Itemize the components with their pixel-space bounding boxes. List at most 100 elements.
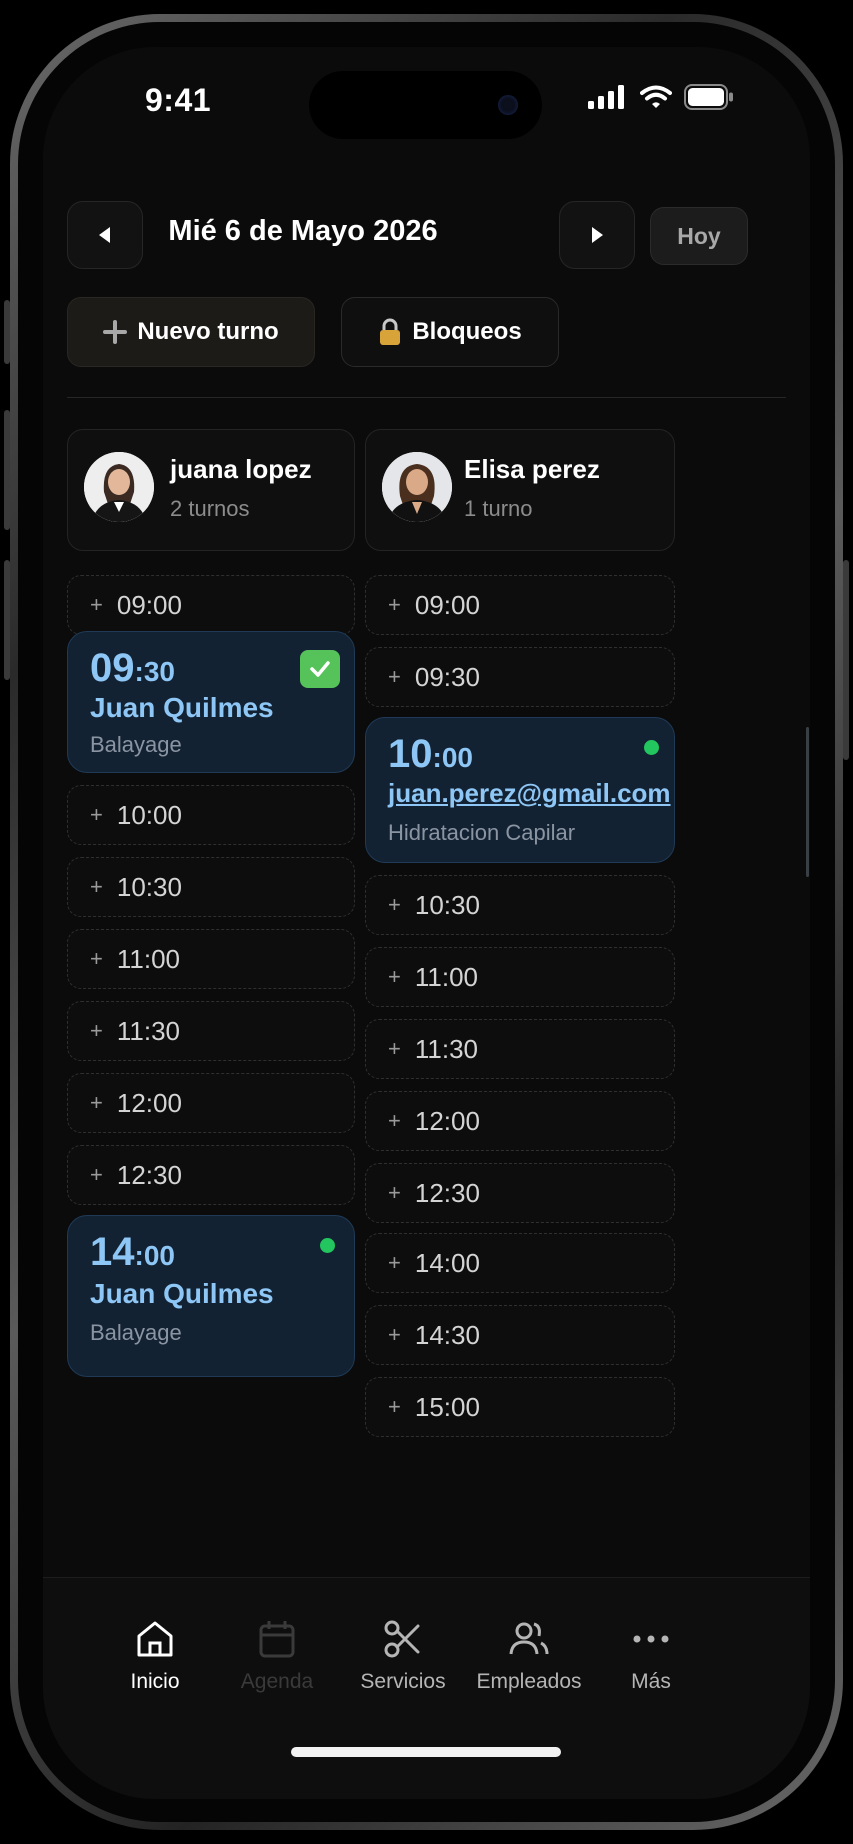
appointment-time: 10:00	[388, 732, 473, 776]
employee-header[interactable]: Elisa perez 1 turno	[365, 429, 675, 551]
blocks-label: Bloqueos	[412, 318, 522, 345]
employee-name: juana lopez	[170, 454, 312, 484]
time-slot-0900[interactable]: +09:00	[365, 575, 675, 635]
tab-label: Inicio	[130, 1670, 180, 1693]
employee-header[interactable]: juana lopez 2 turnos	[67, 429, 355, 551]
home-icon	[137, 1621, 173, 1657]
appointment-card[interactable]: 10:00 juan.perez@gmail.com Hidratacion C…	[365, 717, 675, 863]
users-icon	[509, 1622, 549, 1655]
new-turn-label: Nuevo turno	[137, 318, 279, 345]
appointment-client: Juan Quilmes	[90, 692, 274, 723]
plus-icon: +	[90, 1162, 103, 1187]
previous-day-button[interactable]	[67, 201, 143, 269]
slot-time: 14:00	[414, 1247, 480, 1278]
tab-empleados[interactable]: Empleados	[459, 1616, 599, 1694]
time-slot-1200[interactable]: +12:00	[67, 1073, 355, 1133]
slot-time: 11:30	[116, 1015, 180, 1046]
scrollbar[interactable]	[806, 727, 809, 877]
lock-icon	[380, 318, 401, 345]
tab-label: Más	[631, 1670, 671, 1693]
time-slot-0900[interactable]: +09:00	[67, 575, 355, 635]
plus-icon: +	[388, 892, 401, 917]
chevron-right-icon	[592, 227, 603, 243]
slot-time: 15:00	[414, 1391, 480, 1422]
tab-servicios[interactable]: Servicios	[333, 1616, 473, 1694]
time-slot-1130[interactable]: +11:30	[365, 1019, 675, 1079]
calendar-icon	[259, 1621, 295, 1658]
divider	[67, 397, 786, 398]
status-dot	[644, 740, 659, 755]
time-slot-1430[interactable]: +14:30	[365, 1305, 675, 1365]
time-slot-1230[interactable]: +12:30	[67, 1145, 355, 1205]
slot-time: 11:30	[414, 1033, 478, 1064]
appointment-client: Juan Quilmes	[90, 1278, 274, 1309]
status-dot	[320, 1238, 335, 1253]
slot-time: 11:00	[116, 943, 180, 974]
plus-icon: +	[388, 1250, 401, 1275]
plus-icon: +	[388, 1180, 401, 1205]
screen: 9:41 Mié 6 de Mayo 2026 Hoy Nuevo turno …	[43, 47, 810, 1799]
blocks-button[interactable]: Bloqueos	[341, 297, 559, 367]
appointment-card[interactable]: 09:30 Juan Quilmes Balayage	[67, 631, 355, 773]
slot-time: 12:30	[414, 1177, 480, 1208]
plus-icon: +	[90, 802, 103, 827]
chevron-left-icon	[99, 227, 110, 243]
time-slot-1030[interactable]: +10:30	[365, 875, 675, 935]
plus-icon: +	[388, 1322, 401, 1347]
signal-icon	[588, 85, 624, 109]
confirmed-check-icon[interactable]	[300, 650, 340, 688]
slot-time: 14:30	[414, 1319, 480, 1350]
more-icon	[633, 1635, 669, 1643]
plus-icon: +	[388, 1108, 401, 1133]
appointment-card[interactable]: 14:00 Juan Quilmes Balayage	[67, 1215, 355, 1377]
slot-time: 11:00	[414, 961, 478, 992]
employee-name: Elisa perez	[464, 454, 600, 484]
time-slot-1500[interactable]: +15:00	[365, 1377, 675, 1437]
plus-icon: +	[388, 592, 401, 617]
slot-time: 12:30	[116, 1159, 182, 1190]
volume-up-button	[4, 410, 10, 530]
home-indicator[interactable]	[291, 1747, 561, 1757]
action-button	[4, 300, 10, 364]
slot-time: 10:30	[116, 871, 182, 902]
plus-icon: +	[90, 946, 103, 971]
slot-time: 12:00	[116, 1087, 182, 1118]
tab-bar: Inicio Agenda Servicios Empleados Más	[43, 1577, 810, 1799]
plus-icon: +	[388, 1394, 401, 1419]
slot-time: 12:00	[414, 1105, 480, 1136]
time-slot-1000[interactable]: +10:00	[67, 785, 355, 845]
plus-icon: +	[388, 964, 401, 989]
employee-turn-count: 1 turno	[464, 496, 533, 521]
current-date: Mié 6 de Mayo 2026	[168, 215, 438, 247]
today-button[interactable]: Hoy	[650, 207, 748, 265]
time-slot-1030[interactable]: +10:30	[67, 857, 355, 917]
time-slot-1400[interactable]: +14:00	[365, 1233, 675, 1293]
new-turn-button[interactable]: Nuevo turno	[67, 297, 315, 367]
tab-mas[interactable]: Más	[581, 1616, 721, 1694]
next-day-button[interactable]	[559, 201, 635, 269]
wifi-icon	[640, 85, 672, 108]
plus-icon: +	[90, 1018, 103, 1043]
plus-icon: +	[388, 664, 401, 689]
time-slot-1230[interactable]: +12:30	[365, 1163, 675, 1223]
camera-icon	[498, 95, 518, 115]
employee-turn-count: 2 turnos	[170, 496, 250, 521]
tab-label: Agenda	[240, 1670, 314, 1693]
time-slot-1200[interactable]: +12:00	[365, 1091, 675, 1151]
tab-agenda[interactable]: Agenda	[207, 1616, 347, 1694]
status-icons	[588, 84, 734, 110]
appointment-service: Balayage	[90, 732, 182, 757]
plus-icon	[103, 320, 128, 344]
slot-time: 10:30	[414, 889, 480, 920]
slot-time: 09:00	[116, 589, 182, 620]
appointment-client-email[interactable]: juan.perez@gmail.com	[388, 778, 671, 809]
appointment-service: Balayage	[90, 1320, 182, 1345]
time-slot-1100[interactable]: +11:00	[67, 929, 355, 989]
time-slot-0930[interactable]: +09:30	[365, 647, 675, 707]
tab-inicio[interactable]: Inicio	[85, 1616, 225, 1694]
tab-label: Servicios	[360, 1670, 446, 1693]
time-slot-1100[interactable]: +11:00	[365, 947, 675, 1007]
time-slot-1130[interactable]: +11:30	[67, 1001, 355, 1061]
appointment-service: Hidratacion Capilar	[388, 820, 576, 845]
appointment-time: 09:30	[90, 646, 175, 690]
